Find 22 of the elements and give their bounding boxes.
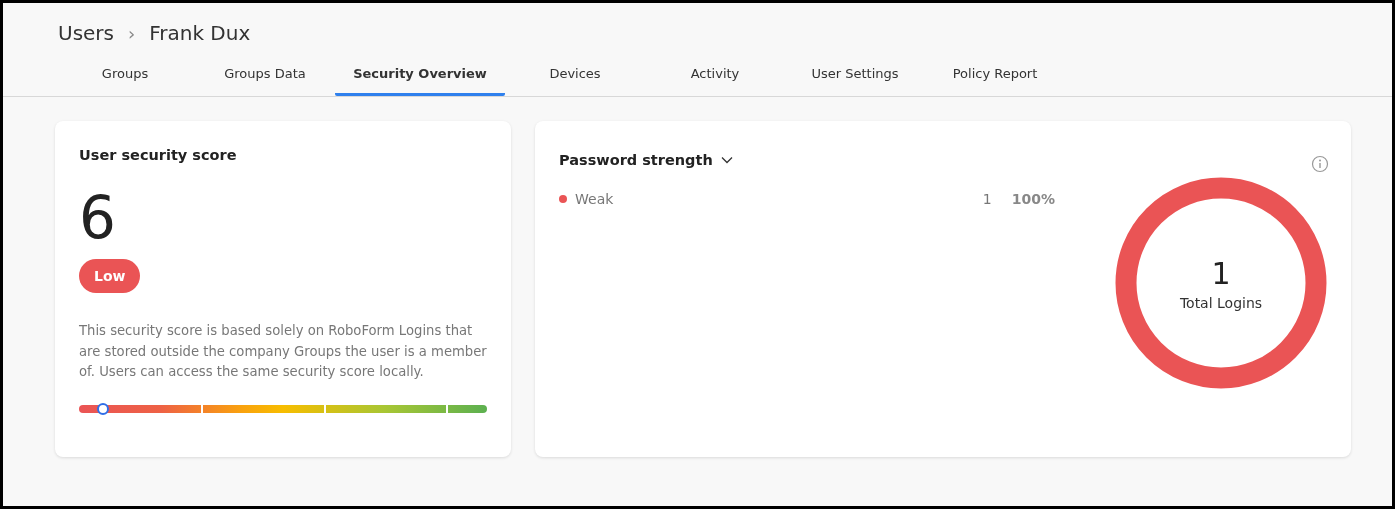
tab[interactable]: User Settings [785, 56, 925, 96]
info-icon[interactable] [1311, 155, 1329, 173]
breadcrumb-link[interactable]: Users [58, 21, 114, 45]
score-value: 6 [79, 185, 117, 251]
tab[interactable]: Devices [505, 56, 645, 96]
total-value: 1 [1211, 255, 1231, 291]
chevron-down-icon [720, 156, 733, 164]
legend-count: 1 [982, 191, 992, 207]
strength-dropdown[interactable]: Password strength [559, 152, 733, 168]
tab[interactable]: Activity [645, 56, 785, 96]
legend-percent: 100% [1011, 191, 1055, 207]
page-title: Frank Dux [149, 21, 251, 45]
tab[interactable]: Security Overview [335, 56, 505, 96]
breadcrumb-separator: › [128, 22, 136, 44]
total-label: Total Logins [1179, 294, 1263, 311]
tab[interactable]: Groups [55, 56, 195, 96]
tab[interactable]: Groups Data [195, 56, 335, 96]
legend-label: Weak [575, 191, 615, 207]
rating-badge: Low [79, 259, 141, 293]
score-description: This security score is based solely on RoboForm Logins that are stored outside the company Groups the user is a member of. Users can access the same security score locally. [79, 322, 487, 381]
card-title: User security score [79, 147, 238, 163]
tab[interactable]: Policy Report [925, 56, 1065, 96]
